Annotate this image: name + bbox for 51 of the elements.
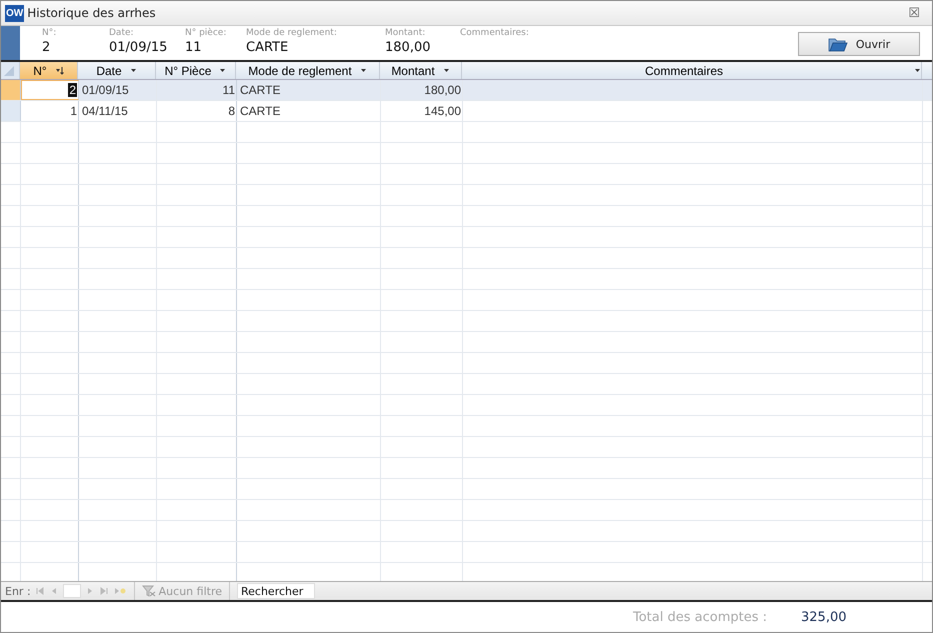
table-cell: CARTE: [240, 83, 280, 97]
field-value: 180,00: [385, 39, 430, 57]
table-cell: 8: [228, 104, 235, 118]
dropdown-arrow-icon[interactable]: [360, 68, 367, 72]
table-cell: 145,00: [424, 104, 461, 118]
field-label: Commentaires:: [460, 28, 529, 39]
column-header[interactable]: N° Pièce: [156, 62, 236, 79]
dropdown-arrow-icon[interactable]: [914, 68, 921, 72]
field-value: CARTE: [246, 39, 290, 57]
column-header[interactable]: Mode de reglement: [236, 62, 380, 79]
filter-icon: [142, 585, 156, 597]
row-selector[interactable]: [1, 101, 21, 121]
record-label: Enr :: [5, 584, 31, 598]
dropdown-arrow-icon[interactable]: [442, 68, 450, 72]
field-label: Mode de reglement:: [246, 28, 337, 39]
dropdown-arrow-icon[interactable]: [219, 68, 226, 72]
open-button[interactable]: Ouvrir: [798, 32, 920, 56]
close-button[interactable]: ☒: [908, 6, 920, 20]
record-number-field[interactable]: [62, 584, 81, 598]
field-label: N° pièce:: [185, 28, 226, 39]
total-label: Total des acomptes :: [633, 610, 768, 624]
column-header[interactable]: Commentaires: [462, 62, 922, 79]
row-selector[interactable]: [1, 80, 21, 100]
table-cell: 1: [70, 104, 77, 118]
dropdown-arrow-icon[interactable]: [130, 68, 137, 72]
app-logo: OW: [5, 4, 24, 22]
column-header[interactable]: Montant: [380, 62, 462, 79]
table-cell: 180,00: [424, 83, 461, 97]
sort-icon[interactable]: [54, 66, 64, 75]
field-value: 01/09/15: [109, 39, 168, 57]
field-label: Date:: [109, 28, 135, 39]
field-label: Montant:: [385, 28, 426, 39]
window-title: Historique des arrhes: [27, 6, 157, 20]
field-label: N°:: [42, 28, 56, 39]
column-header[interactable]: N°: [20, 62, 78, 79]
last-record-icon[interactable]: [98, 586, 109, 596]
table-cell: 04/11/15: [82, 104, 128, 118]
new-record-icon[interactable]: [112, 586, 127, 596]
select-all-icon[interactable]: [3, 65, 15, 77]
folder-icon: [828, 36, 848, 52]
field-value: 2: [42, 39, 52, 57]
search-field[interactable]: Rechercher: [237, 583, 315, 599]
column-header[interactable]: Date: [78, 62, 156, 79]
table-cell: 11: [222, 83, 235, 97]
field-value: 11: [185, 39, 203, 57]
table-cell: 01/09/15: [82, 83, 129, 97]
total-value: 325,00: [801, 610, 846, 624]
record-selector-bar: [1, 26, 20, 60]
table-cell: 2: [68, 83, 77, 97]
table-cell: CARTE: [240, 104, 280, 118]
first-record-icon[interactable]: [34, 586, 45, 596]
